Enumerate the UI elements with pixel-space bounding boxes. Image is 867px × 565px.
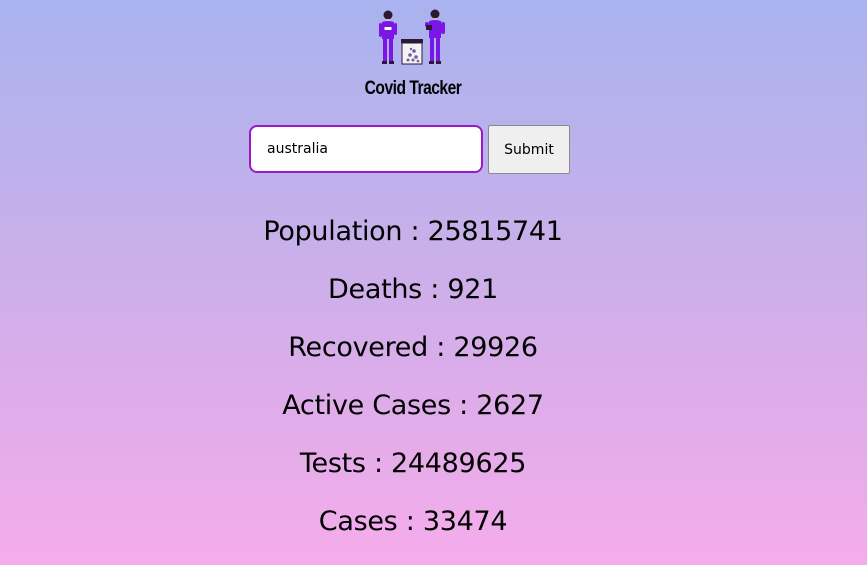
stat-label: Cases <box>318 506 398 537</box>
stat-value: 921 <box>447 274 498 305</box>
app-title: Covid Tracker <box>364 78 462 99</box>
stat-tests: Tests : 24489625 <box>299 448 527 479</box>
stat-active-cases: Active Cases : 2627 <box>282 390 544 421</box>
country-search-input[interactable] <box>249 125 483 173</box>
stat-value: 25815741 <box>427 216 563 247</box>
stat-value: 24489625 <box>391 448 527 479</box>
app-header: Covid Tracker <box>0 0 867 110</box>
two-people-with-covid-test-kit-icon <box>379 9 445 65</box>
stat-label: Population <box>263 216 403 247</box>
stat-label: Deaths <box>328 274 422 305</box>
submit-button[interactable]: Submit <box>488 125 570 174</box>
stat-value: 2627 <box>476 390 544 421</box>
stat-population: Population : 25815741 <box>263 216 563 247</box>
stat-recovered: Recovered : 29926 <box>288 332 538 363</box>
stat-label: Tests <box>299 448 366 479</box>
stat-value: 29926 <box>453 332 538 363</box>
stats-list: Population : 25815741 Deaths : 921 Recov… <box>0 209 826 557</box>
stat-label: Active Cases <box>282 390 451 421</box>
stat-deaths: Deaths : 921 <box>328 274 498 305</box>
stat-value: 33474 <box>422 506 508 537</box>
stat-label: Recovered <box>288 332 428 363</box>
stat-cases: Cases : 33474 <box>318 506 508 537</box>
